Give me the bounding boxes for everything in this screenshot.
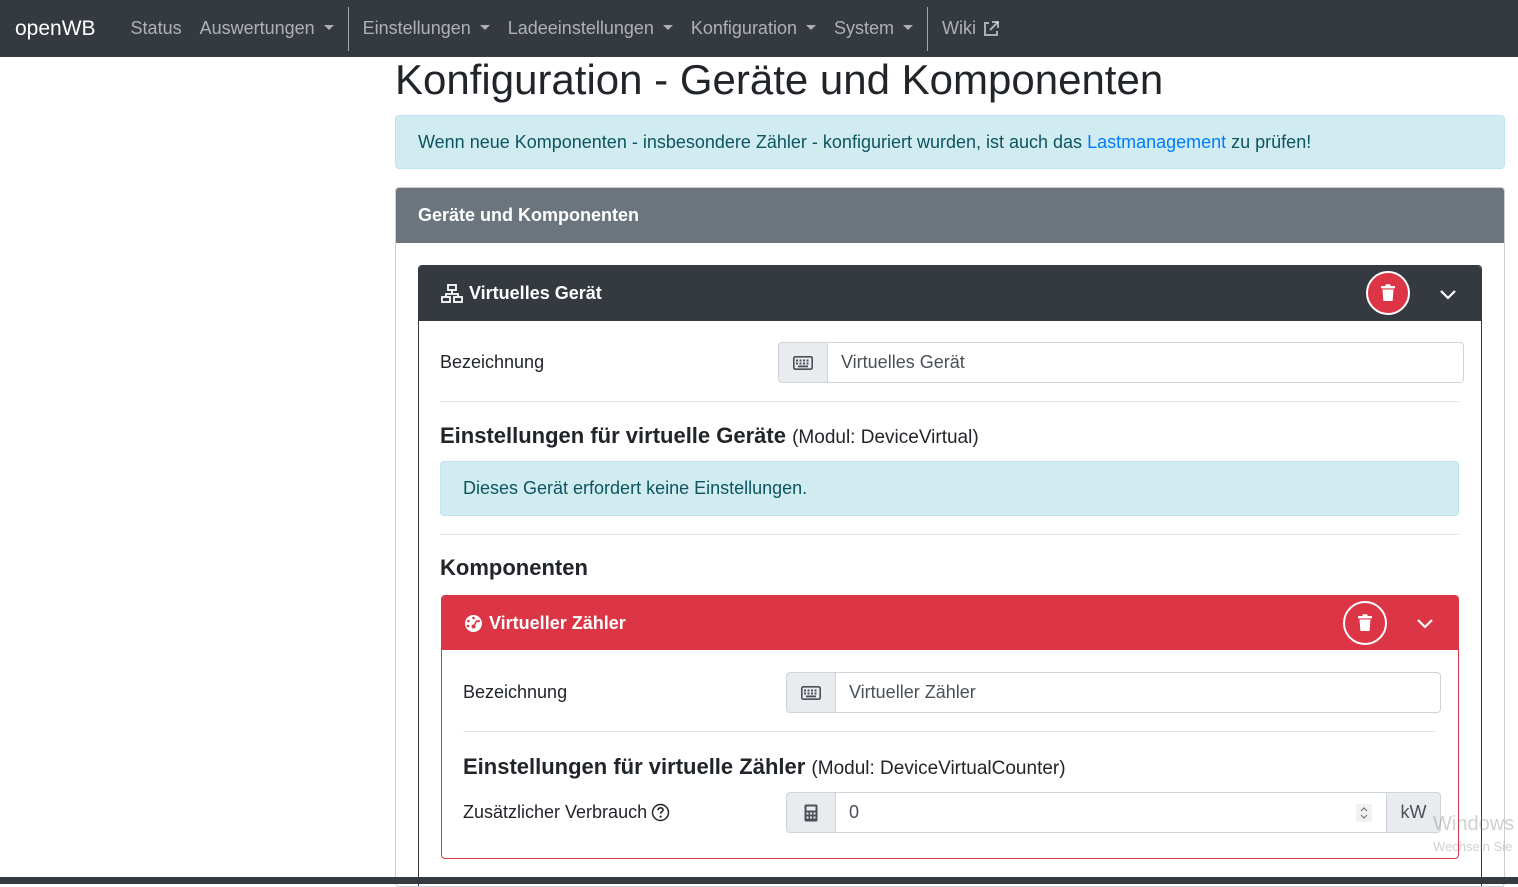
extra-consumption-input[interactable]: 0 (836, 792, 1387, 833)
devices-card-header: Geräte und Komponenten (396, 188, 1504, 243)
info-alert: Wenn neue Komponenten - insbesondere Zäh… (395, 115, 1505, 169)
nav-auswertungen[interactable]: Auswertungen (191, 0, 343, 57)
collapse-component-chevron-icon[interactable] (1413, 611, 1437, 635)
device-settings-heading: Einstellungen für virtuelle Geräte (Modu… (440, 423, 979, 449)
component-settings-heading: Einstellungen für virtuelle Zähler (Modu… (463, 754, 1066, 780)
caret-down-icon (902, 25, 913, 30)
caret-down-icon (479, 25, 490, 30)
page-title: Konfiguration - Geräte und Komponenten (395, 56, 1164, 103)
nav-konfiguration-label: Konfiguration (690, 18, 797, 38)
nav-wiki[interactable]: Wiki (933, 0, 1009, 57)
trash-icon (1358, 614, 1372, 631)
component-settings-title: Einstellungen für virtuelle Zähler (463, 754, 806, 779)
extra-consumption-input-group: 0 kW (786, 792, 1441, 833)
watermark-line2: Wechseln Sie (1433, 839, 1513, 854)
device-settings-module: (Modul: DeviceVirtual) (792, 427, 979, 448)
component-name-input-group: Virtueller Zähler (786, 672, 1441, 713)
bottom-bar (0, 877, 1518, 884)
no-settings-alert: Dieses Gerät erfordert keine Einstellung… (440, 461, 1459, 516)
nav-konfiguration[interactable]: Konfiguration (682, 0, 825, 57)
collapse-device-chevron-icon[interactable] (1436, 282, 1460, 306)
network-icon (441, 283, 463, 304)
extra-consumption-row: Zusätzlicher Verbrauch (463, 792, 670, 833)
gauge-icon (464, 614, 483, 633)
device-card-header[interactable]: Virtuelles Gerät (419, 266, 1481, 321)
device-name-label: Bezeichnung (440, 352, 545, 372)
divider (463, 731, 1436, 732)
nav-divider (347, 6, 349, 51)
nav-auswertungen-label: Auswertungen (199, 18, 315, 38)
device-title: Virtuelles Gerät (469, 283, 602, 303)
trash-icon (1381, 284, 1395, 301)
device-name-input-group: Virtuelles Gerät (778, 342, 1464, 383)
component-card: Virtueller Zähler Bezeichnung Virtueller… (441, 595, 1459, 859)
nav-status-label: Status (130, 18, 182, 38)
external-link-icon (982, 20, 1000, 38)
component-settings-module: (Modul: DeviceVirtualCounter) (811, 758, 1066, 779)
caret-down-icon (323, 25, 334, 30)
nav-divider (926, 6, 928, 51)
top-navbar: openWB Status Auswertungen Einstellungen… (0, 0, 1518, 57)
info-alert-text: Wenn neue Komponenten - insbesondere Zäh… (418, 131, 1083, 152)
nav-ladeeinstellungen[interactable]: Ladeeinstellungen (499, 0, 682, 57)
nav-einstellungen[interactable]: Einstellungen (354, 0, 499, 57)
watermark-line1: Windows (1433, 813, 1515, 835)
component-name-label: Bezeichnung (463, 682, 568, 702)
caret-down-icon (805, 25, 816, 30)
delete-device-button[interactable] (1366, 271, 1410, 315)
calculator-icon (786, 792, 836, 833)
device-card: Virtuelles Gerät Bezeichnung Virtuelles … (418, 265, 1482, 886)
caret-down-icon (662, 25, 673, 30)
windows-activation-watermark: Windows Wechseln Sie (1433, 814, 1514, 853)
number-spinner[interactable] (1356, 804, 1372, 822)
divider (440, 401, 1459, 402)
delete-component-button[interactable] (1343, 601, 1387, 645)
no-settings-text: Dieses Gerät erfordert keine Einstellung… (463, 478, 808, 498)
nav-ladeeinstellungen-label: Ladeeinstellungen (507, 18, 654, 38)
nav-system[interactable]: System (825, 0, 922, 57)
component-title: Virtueller Zähler (489, 612, 626, 633)
help-icon[interactable] (651, 803, 670, 822)
component-card-header[interactable]: Virtueller Zähler (442, 596, 1458, 650)
nav-einstellungen-label: Einstellungen (362, 18, 471, 38)
device-name-row: Bezeichnung (440, 342, 544, 383)
divider (440, 534, 1459, 535)
devices-components-card: Geräte und Komponenten Virtuelles Gerät (395, 187, 1505, 887)
device-settings-title: Einstellungen für virtuelle Geräte (440, 423, 786, 448)
nav-status[interactable]: Status (122, 0, 191, 57)
extra-consumption-label: Zusätzlicher Verbrauch (463, 802, 648, 822)
device-name-input[interactable]: Virtuelles Gerät (828, 342, 1464, 383)
keyboard-icon (786, 672, 836, 713)
component-name-input[interactable]: Virtueller Zähler (836, 672, 1441, 713)
nav-system-label: System (833, 18, 894, 38)
info-alert-text-end: zu prüfen! (1231, 131, 1312, 152)
keyboard-icon (778, 342, 828, 383)
component-name-row: Bezeichnung (463, 672, 567, 713)
brand-logo[interactable]: openWB (15, 18, 96, 39)
devices-card-title: Geräte und Komponenten (418, 205, 640, 225)
extra-consumption-value: 0 (849, 802, 860, 822)
lastmanagement-link[interactable]: Lastmanagement (1082, 132, 1231, 153)
nav-wiki-label: Wiki (941, 18, 976, 38)
components-heading: Komponenten (440, 555, 588, 580)
